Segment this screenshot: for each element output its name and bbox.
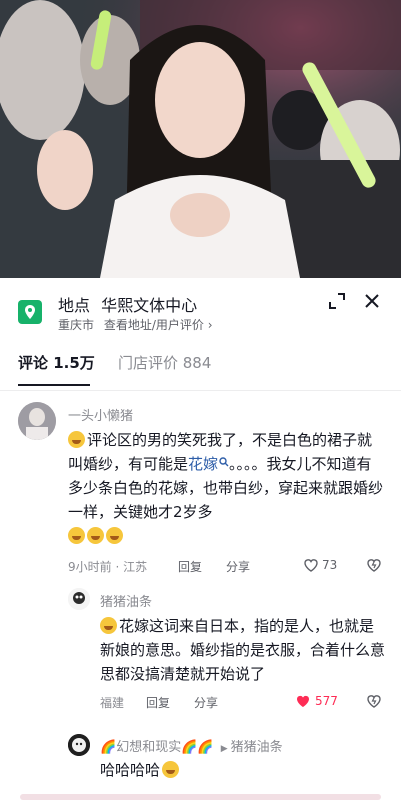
location-city: 重庆市 bbox=[58, 318, 95, 332]
laughing-emoji-icon bbox=[68, 431, 85, 448]
reply-username[interactable]: 猪猪油条 bbox=[100, 591, 152, 610]
keyword-link[interactable]: 花嫁 bbox=[188, 455, 229, 473]
venue-name: 华熙文体中心 bbox=[101, 296, 198, 315]
laughing-emoji-icon bbox=[106, 527, 123, 544]
reply-button[interactable]: 回复 bbox=[178, 558, 202, 575]
tab-comments[interactable]: 评论 1.5万 bbox=[18, 352, 95, 373]
divider bbox=[0, 390, 401, 391]
reply-text-content: 花嫁这词来自日本，指的是人，也就是新娘的意思。婚纱指的是衣服，合着什么意思都没搞… bbox=[100, 617, 386, 683]
share-button[interactable]: 分享 bbox=[226, 558, 250, 575]
reply-to-username[interactable]: 猪猪油条 bbox=[231, 740, 283, 755]
comment-panel: 地点 华熙文体中心 重庆市 查看地址/用户评价 › 评论 1.5万 门店评价 8… bbox=[0, 278, 401, 800]
location-prefix: 地点 bbox=[58, 296, 91, 315]
reply-username-text: 幻想和现实 bbox=[116, 740, 182, 755]
laughing-emoji-icon bbox=[100, 617, 117, 634]
laughing-emoji-icon bbox=[87, 527, 104, 544]
location-subtitle[interactable]: 重庆市 查看地址/用户评价 › bbox=[58, 316, 213, 333]
reply-username[interactable]: 🌈幻想和现实🌈🌈 ▶ 猪猪油条 bbox=[100, 736, 283, 755]
comment-text: 评论区的男的笑死我了，不是白色的裙子就叫婚纱，有可能是花嫁 。。。。我女儿不知道有… bbox=[68, 428, 386, 548]
search-icon bbox=[219, 457, 229, 467]
tab-bar: 评论 1.5万 门店评价 884 bbox=[0, 342, 401, 390]
rainbow-icon: 🌈🌈 bbox=[181, 740, 214, 755]
active-tab-indicator bbox=[18, 384, 90, 386]
keyword-text: 花嫁 bbox=[188, 455, 219, 473]
view-address-link[interactable]: 查看地址/用户评价 › bbox=[104, 318, 213, 332]
laughing-emoji-icon bbox=[162, 761, 180, 778]
avatar[interactable] bbox=[68, 734, 90, 756]
share-button[interactable]: 分享 bbox=[194, 694, 218, 711]
location-pin-icon bbox=[18, 300, 42, 324]
reply-text-content: 哈哈哈哈 bbox=[100, 761, 161, 779]
location-header[interactable]: 地点 华熙文体中心 重庆市 查看地址/用户评价 › bbox=[0, 278, 401, 338]
laughing-emoji-icon bbox=[68, 527, 85, 544]
avatar[interactable] bbox=[18, 402, 56, 440]
rainbow-icon: 🌈 bbox=[100, 740, 117, 755]
reply-button[interactable]: 回复 bbox=[146, 694, 170, 711]
like-count: 577 bbox=[315, 694, 338, 708]
reply-text: 哈哈哈哈 bbox=[100, 758, 380, 782]
comment-input-bar[interactable] bbox=[20, 794, 381, 800]
reply-to-arrow-icon: ▶ bbox=[220, 744, 228, 754]
reply-location: 福建 bbox=[100, 696, 125, 710]
tab-store-reviews[interactable]: 门店评价 884 bbox=[118, 352, 211, 373]
close-icon[interactable] bbox=[361, 290, 383, 312]
comment-username[interactable]: 一头小懒猪 bbox=[68, 405, 133, 424]
comment-time-location: 9小时前 · 江苏 bbox=[68, 560, 148, 574]
dislike-icon[interactable] bbox=[366, 557, 382, 573]
reply-text: 花嫁这词来自日本，指的是人，也就是新娘的意思。婚纱指的是衣服，合着什么意思都没搞… bbox=[100, 614, 388, 686]
like-icon[interactable] bbox=[303, 557, 319, 573]
location-title[interactable]: 地点 华熙文体中心 bbox=[58, 292, 197, 316]
expand-icon[interactable] bbox=[326, 290, 348, 312]
avatar[interactable] bbox=[68, 588, 90, 610]
liked-heart-icon[interactable] bbox=[295, 693, 311, 709]
dislike-icon[interactable] bbox=[366, 693, 382, 709]
like-count: 73 bbox=[322, 558, 338, 572]
concert-photo bbox=[0, 0, 401, 278]
